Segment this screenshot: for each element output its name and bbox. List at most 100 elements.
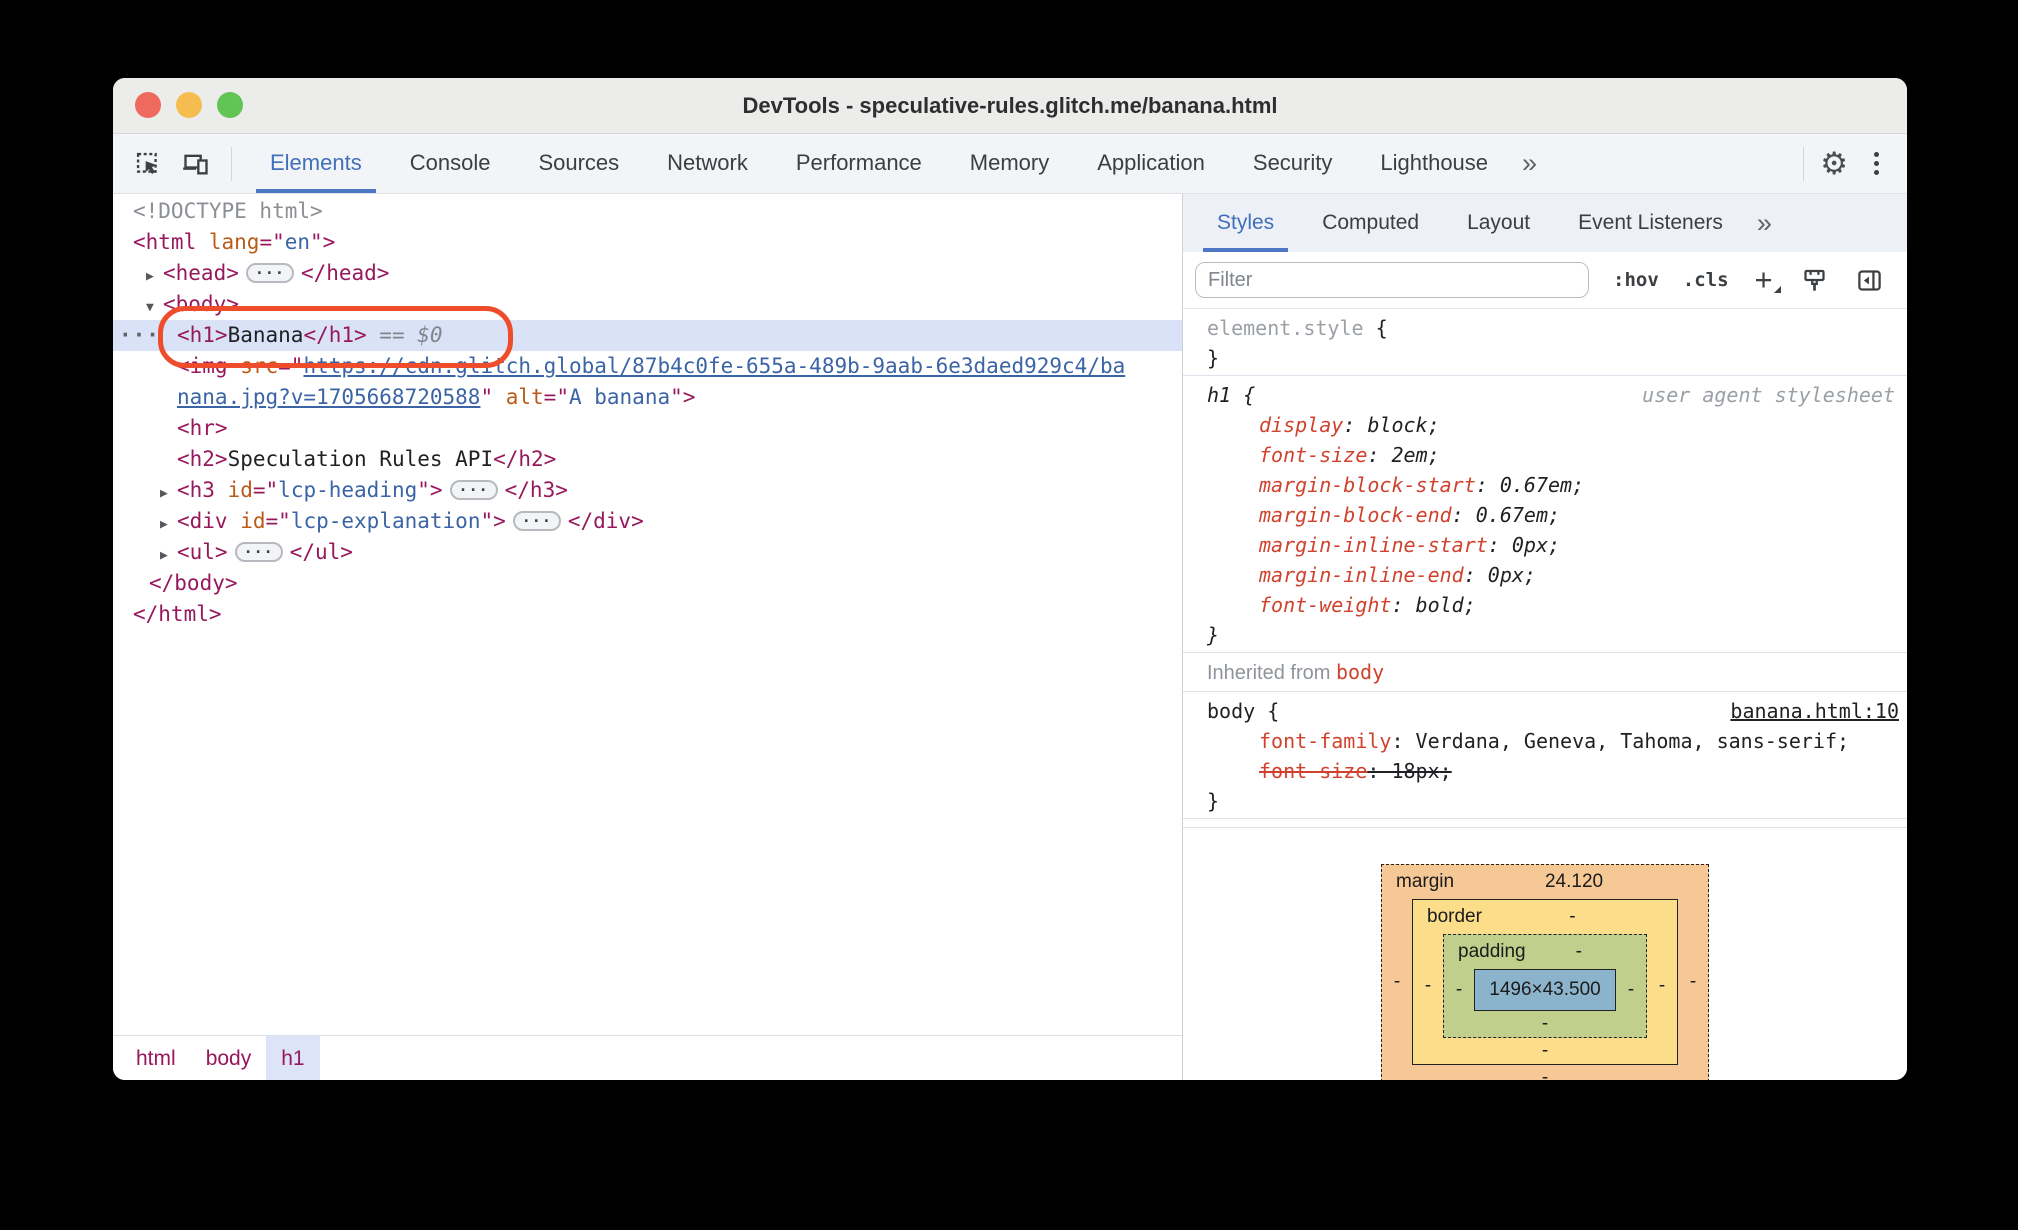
style-line[interactable]: margin-inline-start: 0px; [1183,530,1907,560]
margin-left-value[interactable]: - [1382,971,1412,993]
code-segment: <h3 [177,478,228,502]
style-line[interactable]: margin-block-start: 0.67em; [1183,470,1907,500]
style-line[interactable]: margin-block-end: 0.67em; [1183,500,1907,530]
close-button[interactable] [135,92,161,118]
new-style-rule-button[interactable]: + [1755,264,1781,295]
breadcrumb-html[interactable]: html [121,1036,191,1080]
code-segment[interactable]: https://cdn.glitch.global/87b4c0fe-655a-… [303,354,1125,378]
expand-arrow-icon[interactable]: ▼ [146,292,163,323]
dom-row[interactable]: ▶ <ul> ··· </ul> [113,537,1182,568]
dom-row[interactable]: ▶ <head> ··· </head> [113,258,1182,289]
code-segment: </ul> [289,540,353,564]
code-segment[interactable]: nana.jpg?v=1705668720588 [177,385,480,409]
border-left-value[interactable]: - [1413,975,1443,997]
style-line[interactable]: margin-inline-end: 0px; [1183,560,1907,590]
tab-layout[interactable]: Layout [1443,194,1554,252]
padding-left-value[interactable]: - [1444,979,1474,1001]
device-toolbar-icon[interactable] [181,149,211,179]
style-line[interactable]: h1 {user agent stylesheet [1183,380,1907,410]
kebab-menu-icon[interactable] [1864,152,1889,175]
padding-bottom-value[interactable]: - [1444,1011,1646,1037]
toggle-element-state-button[interactable]: :hov [1613,269,1659,291]
zoom-button[interactable] [217,92,243,118]
dom-row[interactable]: <img src="https://cdn.glitch.global/87b4… [113,351,1182,382]
rendering-emulation-icon[interactable] [1801,267,1828,294]
code-segment: "> [310,230,336,254]
collapsed-content-ellipsis[interactable]: ··· [234,542,283,562]
collapsed-content-ellipsis[interactable]: ··· [245,263,294,283]
dom-row[interactable]: <hr> [113,413,1182,444]
code-segment: id [240,509,266,533]
screen: DevTools - speculative-rules.glitch.me/b… [0,0,2018,1230]
tab-elements[interactable]: Elements [246,134,386,193]
expand-arrow-icon[interactable]: ▶ [160,540,177,571]
body-rule-section: body {banana.html:10 font-family: Verdana… [1183,692,1907,819]
dock-sidebar-icon[interactable] [1856,267,1883,294]
styles-sidebar: Styles Computed Layout Event Listeners »… [1183,194,1907,1080]
style-line[interactable]: } [1183,786,1907,816]
style-line[interactable]: font-size: 2em; [1183,440,1907,470]
style-line[interactable]: } [1183,620,1907,650]
tab-memory[interactable]: Memory [946,134,1073,193]
margin-top-value[interactable]: 24.120 [1454,871,1694,893]
expand-arrow-icon[interactable]: ▶ [160,478,177,509]
more-tabs-icon[interactable]: » [1512,134,1547,193]
code-segment: ; [1548,533,1561,557]
dom-row[interactable]: ▶ <h3 id="lcp-heading"> ··· </h3> [113,475,1182,506]
h1-rule-section: h1 {user agent stylesheet display: block;… [1183,376,1907,653]
box-model-border: border - - padding - - 1496×43.500 - - -… [1412,899,1678,1065]
element-classes-button[interactable]: .cls [1683,269,1729,291]
dom-row[interactable]: ▶ <div id="lcp-explanation"> ··· </div> [113,506,1182,537]
style-line[interactable]: } [1183,343,1907,373]
tab-computed[interactable]: Computed [1298,194,1443,252]
row-menu-ellipsis[interactable]: ··· [119,320,160,351]
tab-network[interactable]: Network [643,134,772,193]
window-title: DevTools - speculative-rules.glitch.me/b… [742,93,1278,118]
padding-right-value[interactable]: - [1616,979,1646,1001]
border-top-value[interactable]: - [1482,906,1663,928]
expand-arrow-icon[interactable]: ▶ [146,261,163,292]
border-bottom-value[interactable]: - [1413,1038,1677,1064]
tab-lighthouse[interactable]: Lighthouse [1356,134,1512,193]
code-segment[interactable]: banana.html:10 [1730,696,1899,726]
margin-bottom-value[interactable]: - [1382,1065,1708,1080]
tab-performance[interactable]: Performance [772,134,946,193]
box-model-content[interactable]: 1496×43.500 [1474,969,1616,1011]
collapsed-content-ellipsis[interactable]: ··· [512,511,561,531]
expand-arrow-icon[interactable]: ▶ [160,509,177,540]
style-line[interactable]: display: block; [1183,410,1907,440]
settings-gear-icon[interactable]: ⚙ [1812,148,1856,179]
margin-right-value[interactable]: - [1678,971,1708,993]
border-right-value[interactable]: - [1647,975,1677,997]
style-line[interactable]: body {banana.html:10 [1183,696,1907,726]
dom-row[interactable]: nana.jpg?v=1705668720588" alt="A banana"… [113,382,1182,413]
tab-security[interactable]: Security [1229,134,1356,193]
dom-row[interactable]: ··· <h1>Banana</h1> == $0 [113,320,1182,351]
code-segment: ; [1548,503,1561,527]
dom-row[interactable]: <!DOCTYPE html> [113,196,1182,227]
inspect-element-icon[interactable] [133,149,163,179]
dom-row[interactable]: <h2>Speculation Rules API</h2> [113,444,1182,475]
tab-styles[interactable]: Styles [1193,194,1298,252]
styles-filter-input[interactable] [1195,262,1589,298]
breadcrumb-h1[interactable]: h1 [266,1036,320,1080]
tab-console[interactable]: Console [386,134,515,193]
code-segment: margin-inline-end [1259,563,1464,587]
collapsed-content-ellipsis[interactable]: ··· [449,480,498,500]
dom-row[interactable]: </body> [113,568,1182,599]
tab-application[interactable]: Application [1073,134,1229,193]
tab-event-listeners[interactable]: Event Listeners [1554,194,1747,252]
style-line[interactable]: element.style { [1183,313,1907,343]
dom-row[interactable]: ▼ <body> [113,289,1182,320]
breadcrumb-body[interactable]: body [191,1036,267,1080]
style-line[interactable]: font-size: 18px; [1183,756,1907,786]
tab-sources[interactable]: Sources [514,134,643,193]
style-line[interactable]: font-weight: bold; [1183,590,1907,620]
padding-top-value[interactable]: - [1526,941,1632,963]
minimize-button[interactable] [176,92,202,118]
dom-row[interactable]: <html lang="en"> [113,227,1182,258]
style-line[interactable]: font-family: Verdana, Geneva, Tahoma, sa… [1183,726,1907,756]
dom-row[interactable]: </html> [113,599,1182,630]
inherited-body-link[interactable]: body [1336,660,1384,684]
more-sidebar-tabs-icon[interactable]: » [1747,194,1782,252]
